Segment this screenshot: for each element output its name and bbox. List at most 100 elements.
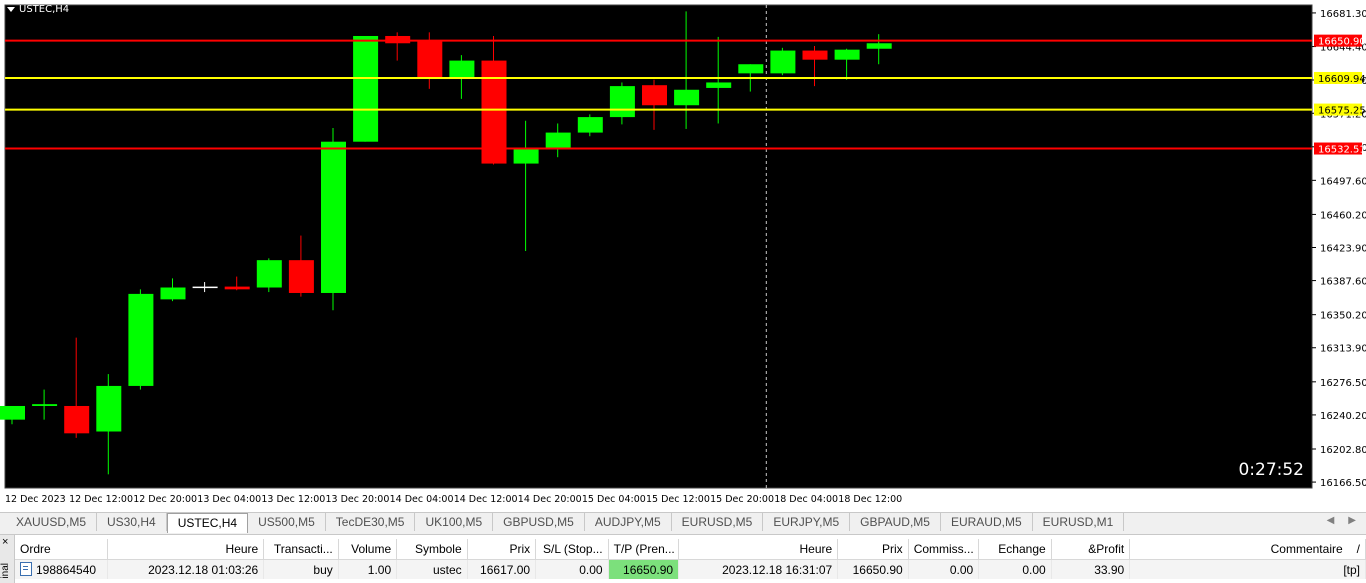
time-tick-label: 14 Dec 12:00: [454, 494, 518, 505]
chart-tab[interactable]: EURAUD,M5: [941, 513, 1033, 531]
table-cell: [tp]: [1129, 559, 1366, 579]
terminal-side-strip: × inal: [0, 535, 15, 583]
chart-tab-bar: XAUUSD,M5 US30,H4 USTEC,H4 US500,M5 TecDE30,…: [0, 512, 1366, 533]
time-tick-label: 18 Dec 12:00: [838, 494, 902, 505]
column-header[interactable]: Commentaire /: [1129, 539, 1366, 560]
price-tick-label: 16350.20: [1320, 311, 1366, 322]
time-tick-label: 14 Dec 20:00: [518, 494, 582, 505]
price-level-label: 16575.25: [1318, 106, 1366, 117]
chart-tab[interactable]: AUDJPY,M5: [585, 513, 672, 531]
table-cell: 16617.00: [467, 559, 537, 579]
candle-body: [513, 148, 539, 164]
chart-symbol-label: USTEC,H4: [19, 4, 70, 15]
table-cell: 2023.12.18 01:03:26: [107, 559, 265, 579]
candlestick-chart[interactable]: 16681.3016644.4016607.7016571.2016534.40…: [0, 0, 1366, 512]
table-cell: buy: [263, 559, 339, 579]
time-tick-label: 13 Dec 20:00: [326, 494, 390, 505]
column-header[interactable]: Ordre: [15, 539, 109, 560]
chart-tab[interactable]: US30,H4: [97, 513, 167, 531]
price-tick-label: 16387.60: [1320, 277, 1366, 288]
price-level-label: 16650.90: [1318, 37, 1366, 48]
sort-icon[interactable]: /: [1357, 542, 1360, 556]
price-level-label: 16532.51: [1318, 145, 1366, 156]
candle-body: [449, 60, 475, 79]
candle-body: [738, 64, 764, 74]
time-tick-label: 12 Dec 2023: [5, 494, 66, 505]
chart-tab[interactable]: GBPAUD,M5: [850, 513, 941, 531]
terminal-panel: × inal Ordre Heure Transacti... Volume Symbo…: [0, 534, 1366, 583]
chart-menu-triangle-icon[interactable]: [7, 7, 15, 12]
candle-body: [706, 82, 732, 88]
column-header[interactable]: Echange: [978, 539, 1052, 560]
chart-tab[interactable]: USTEC,H4: [166, 513, 249, 533]
candle-body: [609, 86, 635, 118]
chart-tab[interactable]: XAUUSD,M5: [6, 513, 98, 531]
price-tick-label: 16276.50: [1320, 378, 1366, 389]
table-cell: 2023.12.18 16:31:07: [678, 559, 839, 579]
chart-tab[interactable]: EURUSD,M5: [672, 513, 764, 531]
candle-body: [802, 50, 828, 60]
candle-body: [128, 293, 154, 386]
column-header[interactable]: Heure: [678, 539, 839, 560]
candle-body: [0, 405, 25, 420]
candle-body: [834, 49, 860, 60]
table-cell: 0.00: [978, 559, 1052, 579]
chart-title[interactable]: USTEC,H4: [7, 4, 69, 15]
column-header[interactable]: Prix: [837, 539, 909, 560]
order-document-icon: [20, 562, 32, 576]
time-tick-label: 15 Dec 20:00: [710, 494, 774, 505]
column-header[interactable]: Prix: [467, 539, 537, 560]
price-tick-label: 16166.50: [1320, 478, 1366, 489]
column-header[interactable]: Transacti...: [263, 539, 339, 560]
column-header[interactable]: Heure: [107, 539, 265, 560]
column-header[interactable]: Commiss...: [908, 539, 980, 560]
column-header[interactable]: &Profit: [1051, 539, 1131, 560]
time-tick-label: 13 Dec 12:00: [261, 494, 325, 505]
candle-body: [192, 286, 218, 289]
close-icon[interactable]: ×: [2, 536, 8, 548]
candle-body: [866, 43, 892, 49]
time-tick-label: 15 Dec 04:00: [582, 494, 646, 505]
table-cell: 198864540: [15, 559, 109, 579]
chart-tab[interactable]: GBPUSD,M5: [493, 513, 585, 531]
time-tick-label: 14 Dec 04:00: [390, 494, 454, 505]
table-cell: ustec: [396, 559, 468, 579]
bar-countdown-timer: 0:27:52: [1238, 460, 1304, 480]
chart-window[interactable]: 16681.3016644.4016607.7016571.2016534.40…: [0, 0, 1366, 512]
table-cell: 33.90: [1051, 559, 1131, 579]
history-table: Ordre Heure Transacti... Volume Symbole Prix S…: [15, 539, 1366, 579]
column-header[interactable]: S/L (Stop...: [535, 539, 609, 560]
table-cell: 16650.90: [837, 559, 909, 579]
chart-tab[interactable]: TecDE30,M5: [326, 513, 416, 531]
tab-scroll-right-icon[interactable]: ▶: [1348, 515, 1356, 526]
column-header[interactable]: Symbole: [396, 539, 468, 560]
price-tick-label: 16202.80: [1320, 445, 1366, 456]
column-header[interactable]: T/P (Pren...: [608, 539, 680, 560]
candle-body: [417, 41, 443, 78]
terminal-side-label: inal: [0, 563, 11, 579]
chart-tab[interactable]: UK100,M5: [415, 513, 494, 531]
table-row[interactable]: 198864540 2023.12.18 01:03:26 buy 1.00 ustec…: [15, 559, 1366, 579]
chart-tab[interactable]: US500,M5: [248, 513, 326, 531]
chart-tab[interactable]: EURJPY,M5: [763, 513, 851, 531]
chart-tab[interactable]: EURUSD,M1: [1033, 513, 1125, 531]
candle-body: [64, 405, 90, 434]
price-tick-label: 16497.60: [1320, 176, 1366, 187]
candle-body: [674, 89, 700, 106]
tab-scroll-left-icon[interactable]: ◀: [1327, 515, 1335, 526]
candle-body: [577, 117, 603, 133]
candle-body: [385, 35, 411, 44]
time-tick-label: 12 Dec 12:00: [69, 494, 133, 505]
time-tick-label: 18 Dec 04:00: [774, 494, 838, 505]
table-cell: 1.00: [338, 559, 398, 579]
candle-body: [353, 35, 379, 142]
candle-body: [321, 141, 346, 293]
table-cell: 16650.90: [608, 559, 680, 579]
candle-body: [160, 287, 186, 300]
price-tick-label: 16240.20: [1320, 411, 1366, 422]
time-tick-label: 13 Dec 04:00: [197, 494, 261, 505]
price-tick-label: 16313.90: [1320, 344, 1366, 355]
candle-body: [642, 85, 667, 106]
column-header[interactable]: Volume: [338, 539, 398, 560]
time-tick-label: 15 Dec 12:00: [646, 494, 710, 505]
